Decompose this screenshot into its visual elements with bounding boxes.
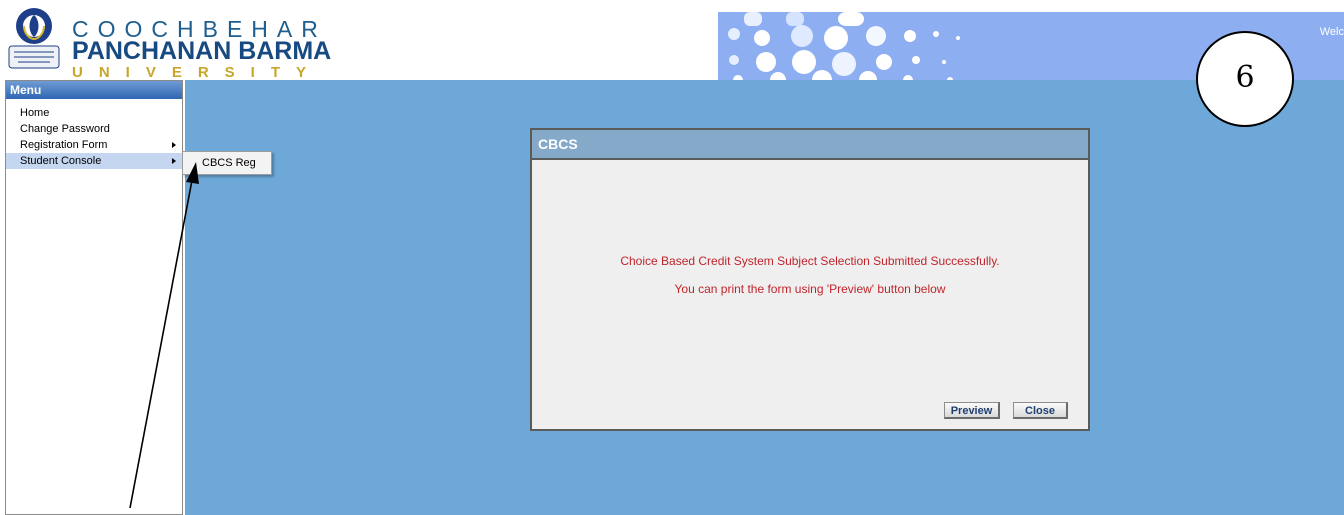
annotation-arrow-icon	[129, 162, 199, 509]
